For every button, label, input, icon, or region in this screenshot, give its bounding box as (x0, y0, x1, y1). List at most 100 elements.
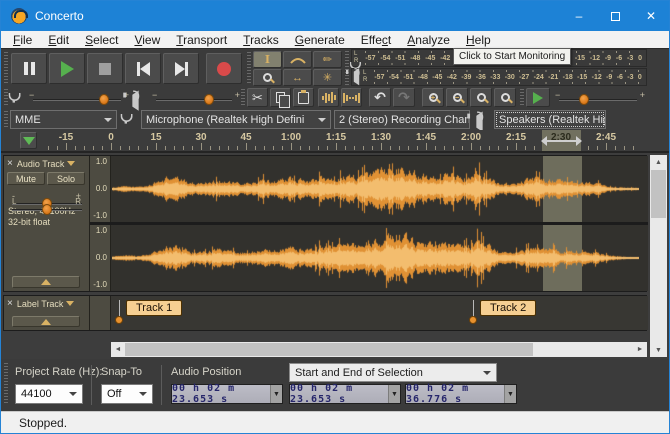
solo-button[interactable]: Solo (47, 172, 85, 185)
menu-generate[interactable]: Generate (287, 31, 353, 49)
undo-button[interactable]: ↶ (369, 88, 391, 107)
trim-audio-button[interactable] (318, 88, 339, 107)
menu-view[interactable]: View (126, 31, 168, 49)
edit-toolbar-grabber[interactable] (241, 89, 245, 106)
ruler-label: 1:30 (371, 132, 391, 143)
play-at-speed-button[interactable] (526, 88, 550, 107)
play-at-speed-grabber[interactable] (520, 89, 524, 106)
play-button[interactable] (49, 53, 85, 84)
fit-project-button[interactable] (494, 88, 516, 107)
label-flag-icon[interactable] (119, 300, 120, 322)
audio-position-label: Audio Position (171, 366, 241, 378)
pause-button[interactable] (11, 53, 47, 84)
menu-select[interactable]: Select (77, 31, 126, 49)
record-button[interactable] (206, 53, 242, 84)
recording-volume-knob[interactable] (99, 94, 109, 105)
horizontal-scrollbar[interactable]: ◄ ► (111, 342, 647, 357)
waveform-channel-2-area[interactable] (111, 225, 648, 291)
close-track-icon[interactable]: × (7, 158, 13, 169)
time-field-spinner[interactable]: ▼ (504, 385, 516, 403)
zoom-out-button[interactable]: − (446, 88, 468, 107)
menu-help[interactable]: Help (458, 31, 499, 49)
fit-selection-button[interactable] (470, 88, 492, 107)
playback-volume-knob[interactable] (204, 94, 214, 105)
selection-tool-button[interactable]: I (253, 51, 282, 68)
playback-speed-knob[interactable] (579, 94, 589, 105)
snap-to-select[interactable]: Off (101, 384, 153, 404)
collapse-icon (41, 279, 51, 285)
stop-button[interactable] (87, 53, 123, 84)
meter-left-label: L (354, 51, 357, 57)
scroll-up-icon[interactable]: ▲ (650, 155, 667, 169)
multi-tool-button[interactable]: ✳ (313, 69, 342, 86)
horizontal-scrollbar-thumb[interactable] (125, 343, 533, 356)
menu-analyze[interactable]: Analyze (399, 31, 458, 49)
maximize-button[interactable] (597, 1, 633, 31)
envelope-tool-button[interactable] (283, 51, 312, 68)
menu-edit[interactable]: Edit (40, 31, 77, 49)
track-menu-icon[interactable] (67, 161, 75, 166)
selection-end-field[interactable]: 00 h 02 m 36.776 s ▼ (405, 384, 517, 404)
time-field-spinner[interactable]: ▼ (388, 385, 400, 403)
playback-device-select[interactable]: Speakers (Realtek High Definiti (494, 110, 606, 129)
cut-button[interactable]: ✂ (247, 88, 268, 107)
track-menu-icon[interactable] (66, 301, 74, 306)
draw-tool-button[interactable]: ✏ (313, 51, 342, 68)
scroll-left-icon[interactable]: ◄ (111, 342, 125, 357)
vertical-scrollbar[interactable]: ▲ ▼ (650, 155, 667, 357)
transport-toolbar-grabber[interactable] (4, 52, 8, 85)
label-flag-icon[interactable] (473, 300, 474, 322)
menu-transport[interactable]: Transport (168, 31, 235, 49)
menu-effect[interactable]: Effect (353, 31, 399, 49)
skip-to-start-button[interactable] (125, 53, 161, 84)
selection-toolbar-grabber[interactable] (4, 363, 8, 405)
tools-toolbar-grabber[interactable] (247, 52, 251, 85)
track-title[interactable]: Audio Track (17, 159, 65, 169)
selection-range-mode-select[interactable]: Start and End of Selection (289, 363, 497, 382)
track-label[interactable]: Track 2 (480, 300, 536, 316)
selection-start-field[interactable]: 00 h 02 m 23.653 s ▼ (289, 384, 401, 404)
time-field-spinner[interactable]: ▼ (270, 385, 282, 403)
track-label[interactable]: Track 1 (126, 300, 182, 316)
label-track-content[interactable]: Track 1 Track 2 (111, 296, 648, 330)
project-rate-select[interactable]: 44100 (15, 384, 83, 404)
recording-channels-select[interactable]: 2 (Stereo) Recording Channels (334, 110, 470, 129)
mute-button[interactable]: Mute (7, 172, 45, 185)
zoom-in-button[interactable]: + (422, 88, 444, 107)
timeline-ruler[interactable]: -1501530451:001:151:301:452:002:152:302:… (1, 130, 669, 153)
paste-button[interactable] (293, 88, 314, 107)
zoom-tool-button[interactable] (253, 69, 282, 86)
scroll-down-icon[interactable]: ▼ (650, 343, 667, 357)
waveform-channel-1-area[interactable] (111, 156, 648, 222)
waveform-channel-1[interactable] (112, 157, 639, 221)
skip-to-end-button[interactable] (163, 53, 199, 84)
waveform-channel-2[interactable] (112, 226, 639, 290)
menu-file[interactable]: File (5, 31, 40, 49)
time-shift-tool-button[interactable]: ↔ (283, 69, 312, 86)
recording-device-select[interactable]: Microphone (Realtek High Defini (141, 110, 331, 129)
pinned-play-head-button[interactable] (20, 132, 37, 149)
pan-knob[interactable] (42, 204, 52, 215)
mixer-toolbar-grabber[interactable] (4, 89, 8, 106)
collapse-track-button[interactable] (12, 316, 80, 327)
vertical-scale-channel-1[interactable]: 1.0 0.0 -1.0 (90, 156, 111, 222)
device-toolbar-grabber[interactable] (4, 111, 8, 128)
scroll-right-icon[interactable]: ► (633, 342, 647, 357)
audio-position-field[interactable]: 00 h 02 m 23.653 s ▼ (171, 384, 283, 404)
redo-button[interactable]: ↷ (393, 88, 415, 107)
playback-meter[interactable]: LR -57-54-51-48-45-42-39-36-33-30-27-24-… (351, 68, 647, 86)
silence-audio-button[interactable] (341, 88, 362, 107)
recording-meter-grabber[interactable] (345, 51, 349, 67)
minimize-button[interactable]: – (561, 1, 597, 31)
collapse-track-button[interactable] (12, 276, 80, 288)
menu-tracks[interactable]: Tracks (235, 31, 287, 49)
copy-icon (276, 92, 285, 103)
vertical-scale-channel-2[interactable]: 1.0 0.0 -1.0 (90, 225, 111, 291)
vertical-scrollbar-thumb[interactable] (651, 170, 666, 218)
copy-button[interactable] (270, 88, 291, 107)
audio-host-select[interactable]: MME (10, 110, 117, 129)
close-button[interactable]: ✕ (633, 1, 669, 31)
close-track-icon[interactable]: × (7, 298, 13, 309)
skip-to-end-icon (175, 62, 185, 76)
track-title[interactable]: Label Track (17, 299, 64, 309)
